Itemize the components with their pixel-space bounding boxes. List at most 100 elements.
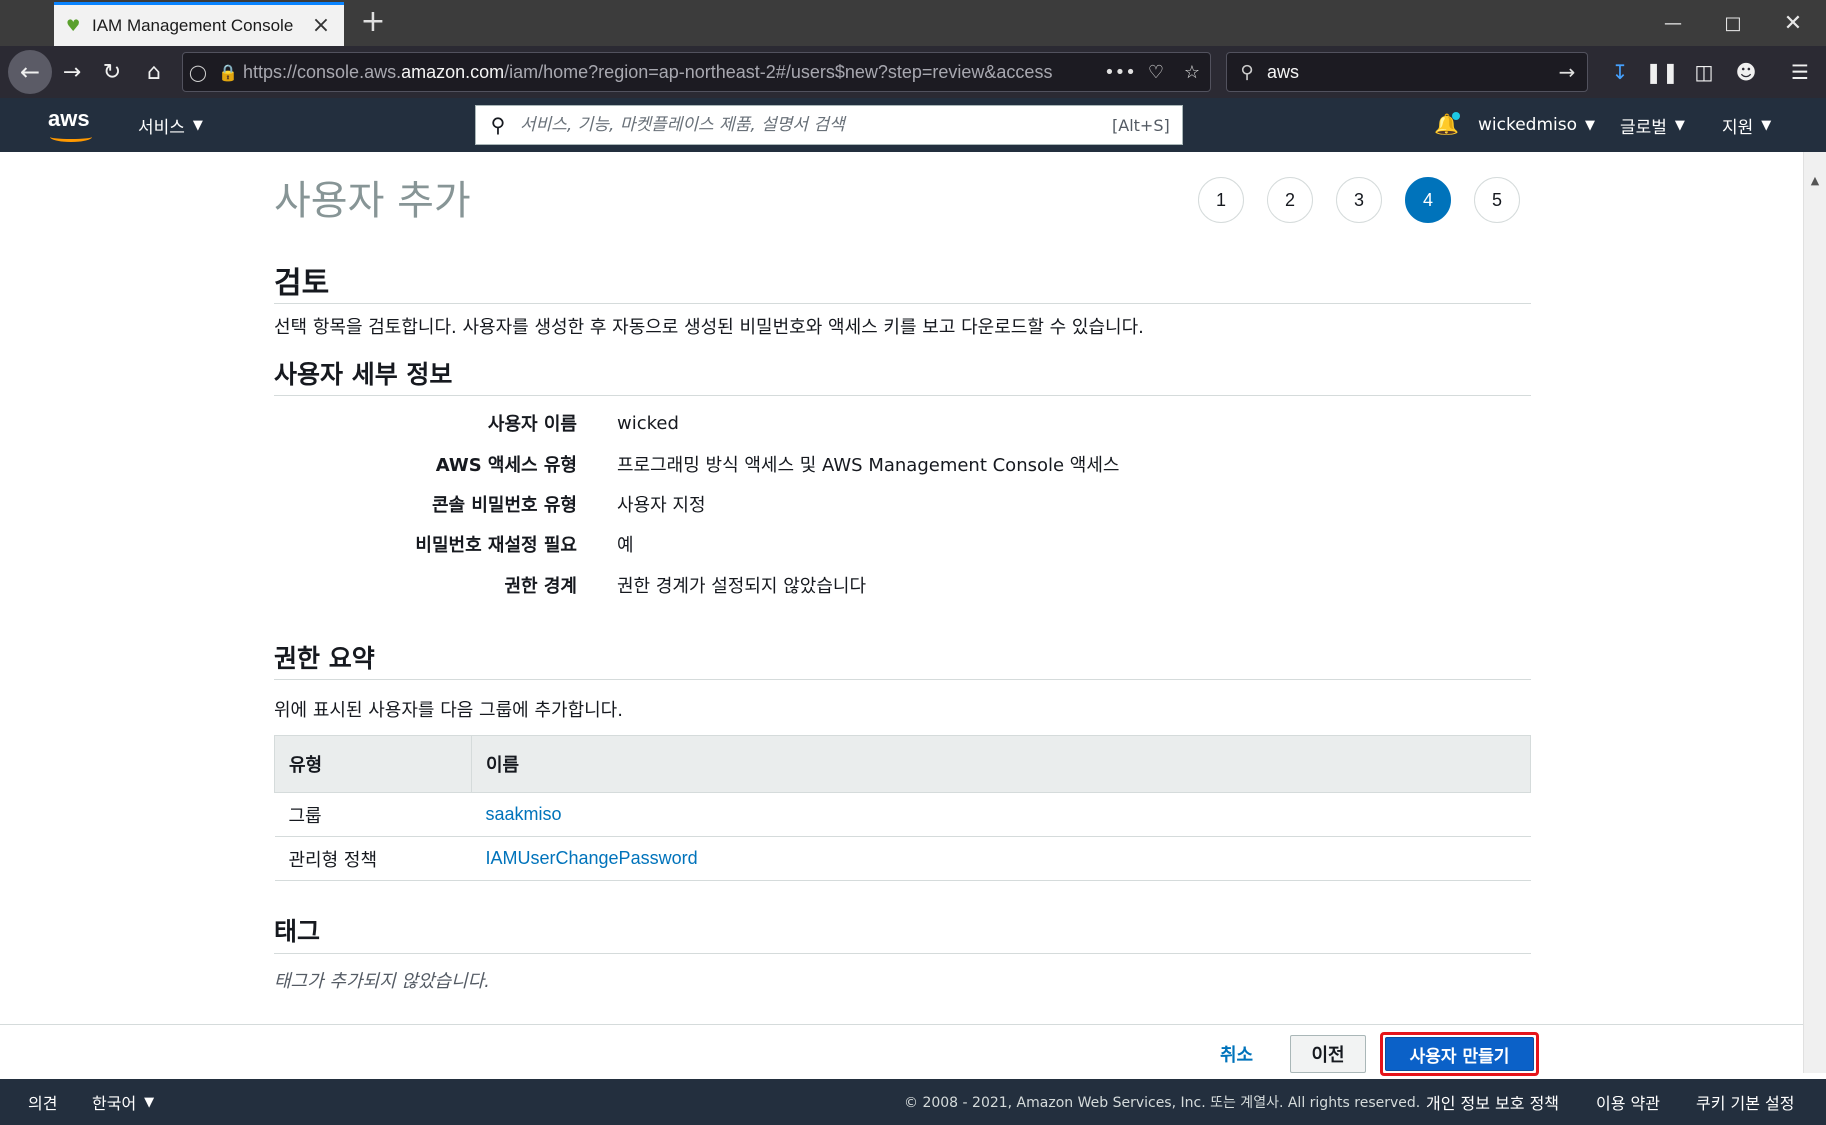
aws-search-input[interactable] [520,115,1112,135]
policy-link[interactable]: IAMUserChangePassword [486,848,698,868]
notifications-bell-icon[interactable]: 🔔 [1434,112,1460,138]
library-icon[interactable]: ❚❚ [1644,54,1680,90]
no-tags-message: 태그가 추가되지 않았습니다. [274,971,490,992]
column-header-name: 이름 [471,735,1531,793]
caret-down-icon: ▼ [1761,117,1772,133]
user-details-heading: 사용자 세부 정보 [274,360,453,389]
table-header-row: 유형 이름 [274,735,1531,793]
cell-type: 그룹 [274,792,472,837]
account-label: wickedmiso [1478,115,1578,135]
detail-value: 권한 경계가 설정되지 않았습니다 [617,576,867,597]
support-menu[interactable]: 지원 ▼ [1722,98,1771,152]
step-2[interactable]: 2 [1267,177,1313,223]
detail-value: wicked [617,412,679,434]
browser-tab[interactable]: ♥ IAM Management Console × [54,2,344,46]
caret-down-icon: ▼ [144,1094,155,1110]
language-selector[interactable]: 한국어 ▼ [92,1079,154,1125]
address-bar[interactable]: ◯ 🔒 https://console.aws.amazon.com/iam/h… [182,52,1211,92]
aws-smile-icon [50,132,92,142]
lock-icon[interactable]: 🔒 [213,63,243,82]
detail-row-password-type: 콘솔 비밀번호 유형 사용자 지정 [274,489,1474,519]
aws-console-header: aws 서비스 ▼ ⚲ [Alt+S] 🔔 wickedmiso ▼ 글로벌 ▼… [0,98,1826,152]
cancel-button[interactable]: 취소 [1210,1037,1263,1071]
shield-icon[interactable]: ◯ [183,63,213,82]
previous-button[interactable]: 이전 [1290,1035,1366,1073]
new-tab-icon[interactable]: + [356,6,390,40]
minimize-window-icon[interactable]: — [1646,0,1700,46]
browser-search-input[interactable]: aws [1267,62,1547,83]
detail-label: 사용자 이름 [487,414,577,435]
maximize-window-icon[interactable]: □ [1706,0,1760,46]
detail-label: 비밀번호 재설정 필요 [415,535,577,556]
detail-row-username: 사용자 이름 wicked [274,408,1474,438]
detail-label: AWS 액세스 유형 [435,455,577,476]
step-4-active: 4 [1405,177,1451,223]
account-menu[interactable]: wickedmiso ▼ [1478,98,1595,152]
reload-icon[interactable]: ↻ [94,54,130,90]
cell-name: IAMUserChangePassword [471,836,1531,881]
group-link[interactable]: saakmiso [486,804,562,824]
aws-logo-text: aws [48,106,90,131]
back-icon[interactable]: ← [8,50,52,94]
close-window-icon[interactable]: ✕ [1766,0,1820,46]
aws-logo[interactable]: aws [48,106,98,144]
detail-row-access-type: AWS 액세스 유형 프로그래밍 방식 액세스 및 AWS Management… [274,449,1474,479]
column-header-type: 유형 [274,735,472,793]
terms-link[interactable]: 이용 약관 [1596,1079,1660,1125]
account-icon[interactable]: ☻ [1728,54,1764,90]
region-menu[interactable]: 글로벌 ▼ [1620,98,1685,152]
console-footer: 의견 한국어 ▼ © 2008 - 2021, Amazon Web Servi… [0,1079,1826,1125]
step-3[interactable]: 3 [1336,177,1382,223]
main-content: 사용자 추가 1 2 3 4 5 검토 선택 항목을 검토합니다. 사용자를 생… [0,152,1803,1025]
support-label: 지원 [1722,117,1754,138]
table-row: 그룹 saakmiso [274,792,1531,837]
notification-dot [1452,112,1460,120]
search-go-icon[interactable]: → [1547,60,1587,84]
divider [274,303,1531,304]
search-icon: ⚲ [1240,61,1254,83]
language-label: 한국어 [92,1094,137,1113]
step-5: 5 [1474,177,1520,223]
detail-value: 예 [617,535,634,556]
close-tab-icon[interactable]: × [310,13,332,38]
review-heading: 검토 [274,266,330,301]
permissions-heading: 권한 요약 [274,644,375,673]
aws-search-box[interactable]: ⚲ [Alt+S] [475,105,1183,145]
detail-value: 프로그래밍 방식 액세스 및 AWS Management Console 액세… [617,455,1120,476]
tab-title: IAM Management Console [92,15,294,35]
sidebar-icon[interactable]: ◫ [1686,54,1722,90]
cookie-preferences-link[interactable]: 쿠키 기본 설정 [1696,1079,1795,1125]
feedback-link[interactable]: 의견 [28,1079,57,1125]
services-menu[interactable]: 서비스 ▼ [138,98,203,152]
permissions-table: 유형 이름 그룹 saakmiso 관리형 정책 IAMUserChangePa… [274,735,1531,881]
page-actions-icon[interactable]: ••• [1102,62,1138,83]
downloads-icon[interactable]: ↧ [1602,54,1638,90]
wizard-action-bar: 취소 이전 사용자 만들기 [0,1024,1803,1079]
browser-search-bar[interactable]: ⚲ aws → [1226,52,1588,92]
divider [274,953,1531,954]
detail-row-password-reset: 비밀번호 재설정 필요 예 [274,529,1474,559]
table-row: 관리형 정책 IAMUserChangePassword [274,836,1531,881]
page-scrollbar[interactable]: ▲ [1803,152,1826,1073]
cell-type: 관리형 정책 [274,836,472,881]
create-user-button[interactable]: 사용자 만들기 [1385,1037,1534,1071]
divider [274,395,1531,396]
services-label: 서비스 [138,117,185,138]
region-label: 글로벌 [1620,117,1667,138]
scroll-up-icon[interactable]: ▲ [1804,174,1826,187]
caret-down-icon: ▼ [192,117,203,133]
caret-down-icon: ▼ [1674,117,1685,133]
url-text[interactable]: https://console.aws.amazon.com/iam/home?… [243,62,1102,83]
bookmark-star-icon[interactable]: ☆ [1174,62,1210,83]
home-icon[interactable]: ⌂ [136,54,172,90]
step-1[interactable]: 1 [1198,177,1244,223]
iam-favicon-icon: ♥ [66,15,81,35]
menu-icon[interactable]: ☰ [1782,54,1818,90]
permissions-description: 위에 표시된 사용자를 다음 그룹에 추가합니다. [274,700,623,721]
privacy-link[interactable]: 개인 정보 보호 정책 [1426,1079,1559,1125]
pocket-icon[interactable]: ♡ [1138,62,1174,83]
detail-row-permission-boundary: 권한 경계 권한 경계가 설정되지 않았습니다 [274,570,1474,600]
caret-down-icon: ▼ [1585,117,1596,133]
cell-name: saakmiso [471,792,1531,837]
forward-icon[interactable]: → [54,54,90,90]
